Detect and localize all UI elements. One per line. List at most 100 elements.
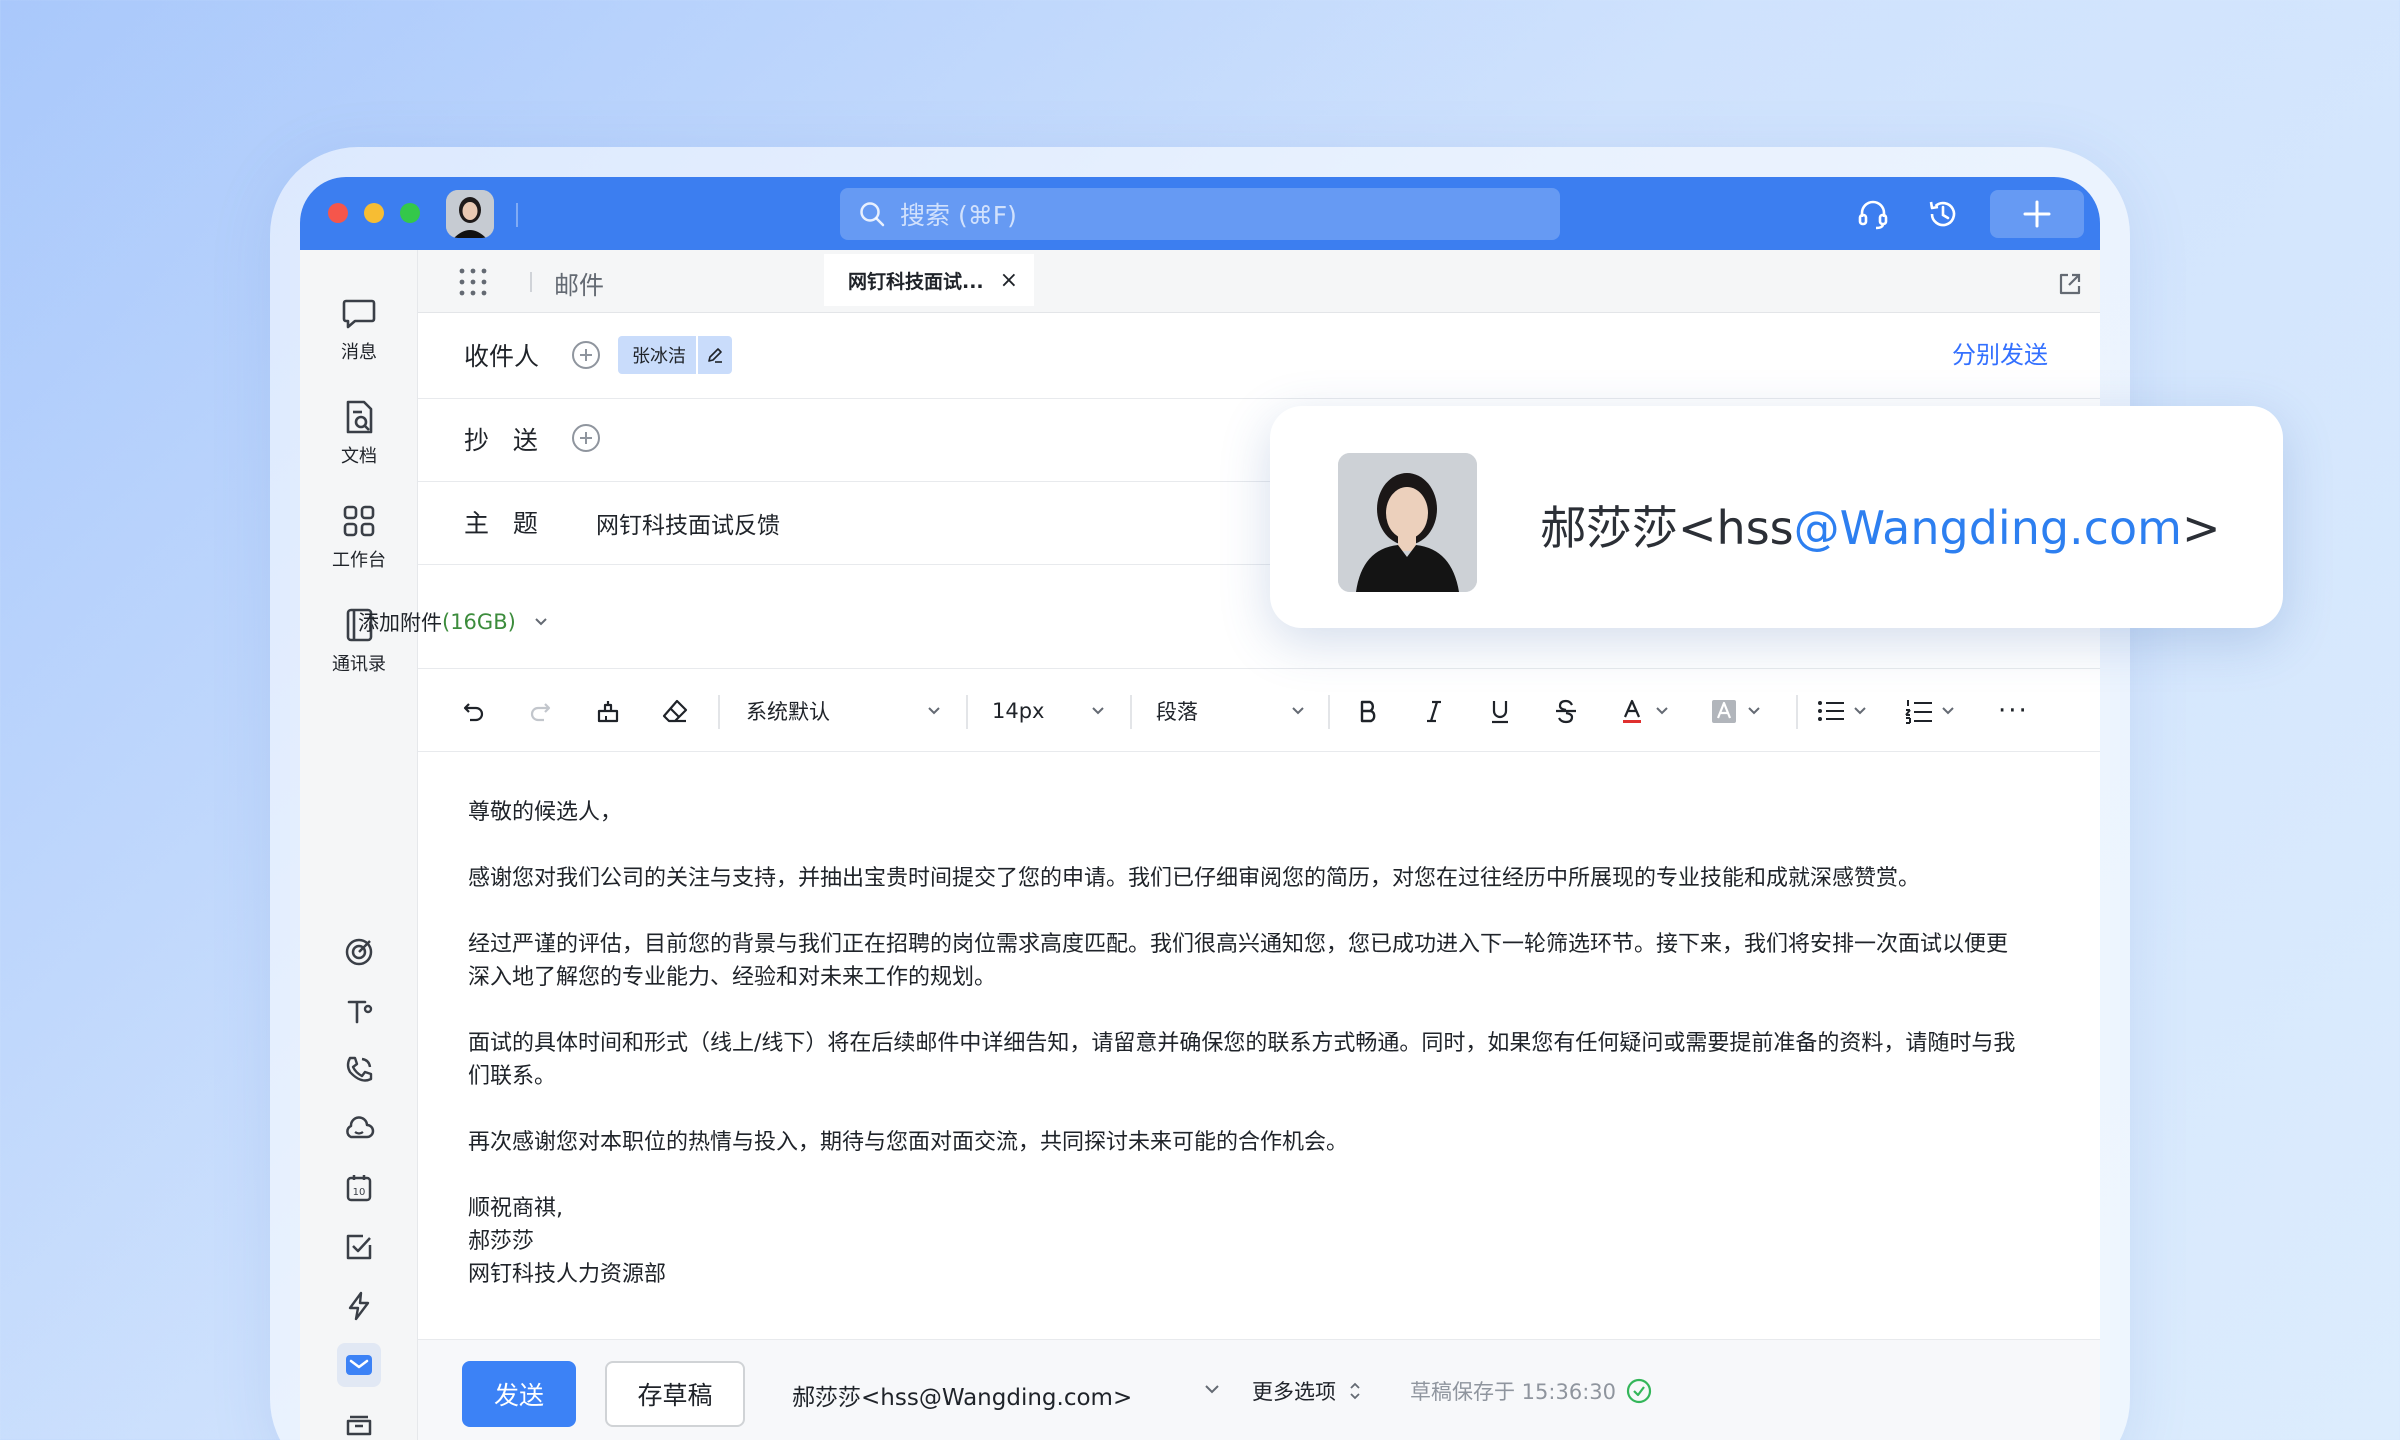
paragraph-value: 段落: [1156, 700, 1198, 724]
chat-bubble-icon: [342, 299, 376, 329]
sidebar-item-workspace[interactable]: 工作台: [300, 502, 418, 572]
highlight-color-button[interactable]: [1710, 669, 1764, 753]
toolbar-divider: [966, 695, 968, 729]
draft-status: 草稿保存于 15:36:30: [1410, 1376, 1652, 1406]
edit-recipient-button[interactable]: [696, 336, 732, 374]
tab-close-icon[interactable]: ×: [1000, 268, 1018, 293]
more-options-button[interactable]: 更多选项: [1252, 1376, 1364, 1406]
contact-name: 郝莎莎<hss: [1540, 501, 1794, 555]
save-draft-button[interactable]: 存草稿: [605, 1361, 745, 1427]
italic-button[interactable]: [1420, 669, 1448, 753]
minimize-window-button[interactable]: [364, 203, 384, 223]
body-paragraph: 经过严谨的评估，目前您的背景与我们正在招聘的岗位需求高度匹配。我们很高兴通知您，…: [468, 932, 2009, 990]
toolbar-divider: [1130, 695, 1132, 729]
new-button[interactable]: [1990, 190, 2084, 238]
chevron-down-icon: [1292, 707, 1304, 715]
text-color-button[interactable]: [1618, 669, 1672, 753]
sidebar-mail-button[interactable]: [337, 1343, 381, 1387]
pencil-icon: [708, 348, 722, 363]
clear-format-button[interactable]: [660, 669, 690, 753]
app-grid-button[interactable]: [458, 267, 488, 301]
workspace-grid-icon: [343, 505, 375, 537]
chevron-down-icon: [1854, 707, 1866, 715]
add-cc-button[interactable]: [572, 424, 600, 452]
sender-select[interactable]: 郝莎莎<hss@Wangding.com>: [792, 1378, 1132, 1412]
archive-box-icon: [346, 1415, 372, 1436]
sidebar-calendar-button[interactable]: 10: [337, 1166, 381, 1210]
chevron-down-icon: [535, 618, 547, 626]
headset-button[interactable]: [1854, 195, 1892, 233]
format-painter-icon: [597, 701, 619, 723]
document-icon: [346, 400, 373, 434]
chevron-down-icon: [1942, 707, 1954, 715]
sidebar-item-messages[interactable]: 消息: [300, 294, 418, 364]
format-painter-button[interactable]: [594, 669, 622, 753]
search-placeholder: 搜索 (⌘F): [900, 201, 1017, 230]
bold-button[interactable]: [1354, 669, 1382, 753]
recipient-chip[interactable]: 张冰洁: [618, 336, 732, 374]
sidebar-cloud-button[interactable]: [337, 1107, 381, 1151]
title-bar: 搜索 (⌘F): [300, 177, 2100, 250]
redo-button[interactable]: [526, 669, 554, 753]
add-recipient-button[interactable]: [572, 341, 600, 369]
sidebar-phone-button[interactable]: [337, 1048, 381, 1092]
italic-icon: [1427, 700, 1441, 723]
svg-text:10: 10: [353, 1187, 366, 1198]
sidebar-item-label: 通讯录: [332, 654, 386, 675]
popout-window-icon: [2059, 273, 2081, 295]
chevron-down-icon: [1092, 707, 1104, 715]
format-toolbar: 系统默认 14px 段落 ···: [418, 668, 2100, 752]
paragraph-select[interactable]: 段落: [1156, 669, 1316, 753]
tab-compose-active[interactable]: 网钉科技面试... ×: [824, 254, 1034, 306]
to-row: 收件人 张冰洁 分别发送: [418, 313, 2100, 399]
bullet-list-icon: [1818, 701, 1844, 721]
body-paragraph: 感谢您对我们公司的关注与支持，并抽出宝贵时间提交了您的申请。我们已仔细审阅您的简…: [468, 866, 1921, 891]
sidebar-item-label: 文档: [341, 446, 377, 467]
close-window-button[interactable]: [328, 203, 348, 223]
user-avatar[interactable]: [446, 190, 494, 238]
toolbar-divider: [1796, 695, 1798, 729]
plus-icon: [580, 349, 592, 361]
check-circle-icon: [1626, 1378, 1652, 1404]
tab-mail[interactable]: 邮件: [554, 266, 604, 302]
signature: 顺祝商祺, 郝莎莎 网钉科技人力资源部: [468, 1192, 2028, 1291]
toolbar-divider: [1328, 695, 1330, 729]
undo-button[interactable]: [460, 669, 488, 753]
tab-separator: [530, 272, 532, 292]
send-separately-link[interactable]: 分别发送: [1952, 335, 2048, 370]
email-body[interactable]: 尊敬的候选人， 感谢您对我们公司的关注与支持，并抽出宝贵时间提交了您的申请。我们…: [468, 796, 2028, 1291]
history-button[interactable]: [1924, 195, 1962, 233]
font-family-select[interactable]: 系统默认: [746, 669, 946, 753]
send-button[interactable]: 发送: [462, 1361, 576, 1427]
subject-label: 主 题: [464, 509, 538, 538]
mail-icon: [346, 1355, 372, 1375]
text-tool-icon: [347, 1000, 373, 1024]
tab-title: 网钉科技面试...: [848, 270, 984, 293]
sidebar-target-button[interactable]: [337, 930, 381, 974]
underline-button[interactable]: [1486, 669, 1514, 753]
chevron-down-icon: [928, 707, 940, 715]
sidebar-item-docs[interactable]: 文档: [300, 398, 418, 468]
sidebar-todo-button[interactable]: [337, 1225, 381, 1269]
add-attachment-button[interactable]: 添加附件 (16GB): [358, 607, 552, 637]
sender-select-toggle[interactable]: [1201, 1378, 1223, 1404]
search-bar[interactable]: 搜索 (⌘F): [840, 188, 1560, 240]
sidebar-text-button[interactable]: [337, 989, 381, 1033]
sidebar-flash-button[interactable]: [337, 1284, 381, 1328]
more-toolbar-button[interactable]: ···: [1998, 669, 2029, 753]
target-icon: [345, 938, 373, 966]
chevron-down-icon: [1205, 1385, 1219, 1394]
chevron-down-icon: [1748, 707, 1760, 715]
subject-input[interactable]: 网钉科技面试反馈: [596, 506, 780, 540]
font-family-value: 系统默认: [746, 700, 830, 724]
bullet-list-button[interactable]: [1816, 669, 1870, 753]
maximize-window-button[interactable]: [400, 203, 420, 223]
font-size-select[interactable]: 14px: [992, 669, 1112, 753]
strikethrough-button[interactable]: [1552, 669, 1580, 753]
numbered-list-icon: [1905, 700, 1932, 724]
sidebar-archive-button[interactable]: [337, 1402, 381, 1440]
portrait-image-icon: [1338, 453, 1477, 592]
numbered-list-button[interactable]: [1904, 669, 1958, 753]
text-color-icon: [1623, 699, 1641, 723]
popout-button[interactable]: [2056, 270, 2084, 302]
